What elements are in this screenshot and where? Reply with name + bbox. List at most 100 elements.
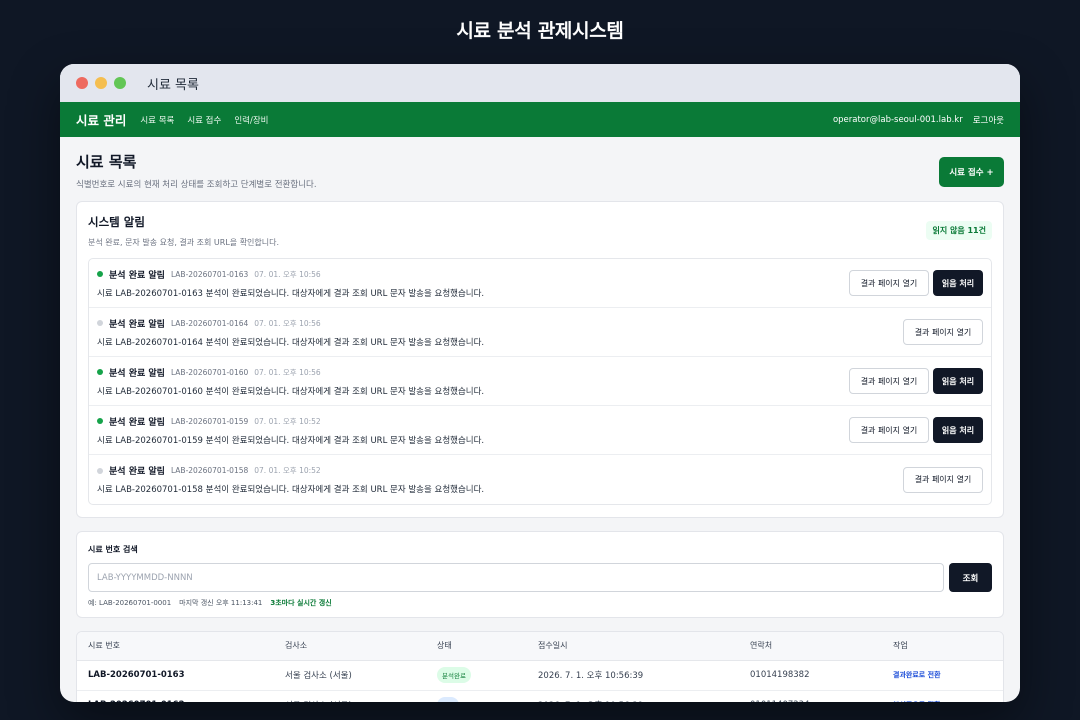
alert-content: 분석 완료 알림 LAB-20260701-0158 07. 01. 오후 10… — [97, 464, 484, 495]
read-dot-icon — [97, 320, 103, 326]
mark-read-button[interactable]: 읽음 처리 — [933, 417, 983, 443]
table-row[interactable]: LAB-20260701-0162 서울 검사소 (서울) 접수 2026. 7… — [77, 690, 1003, 702]
alert-time: 07. 01. 오후 10:52 — [254, 416, 321, 426]
unread-dot-icon — [97, 271, 103, 277]
live-update-text: 3초마다 실시간 갱신 — [270, 599, 332, 607]
nav-link-sample-register[interactable]: 시료 접수 — [187, 114, 221, 126]
alert-sample-id: LAB-20260701-0160 — [170, 367, 249, 377]
mark-read-button[interactable]: 읽음 처리 — [933, 368, 983, 394]
sample-search-card: 시료 번호 검색 조회 예: LAB-20260701-0001 마지막 갱신 … — [76, 531, 1004, 618]
alert-sample-id: LAB-20260701-0164 — [170, 318, 249, 328]
logout-link[interactable]: 로그아웃 — [973, 114, 1004, 126]
close-window-button[interactable] — [76, 77, 88, 89]
status-transition-link[interactable]: 결과완료로 전환 — [893, 671, 941, 679]
alert-item: 분석 완료 알림 LAB-20260701-0160 07. 01. 오후 10… — [89, 357, 991, 406]
unread-dot-icon — [97, 369, 103, 375]
alert-sample-id: LAB-20260701-0158 — [170, 466, 249, 475]
column-header-status[interactable]: 상태 — [426, 632, 527, 661]
alert-header-line: 분석 완료 알림 LAB-20260701-0160 07. 01. 오후 10… — [97, 366, 484, 379]
samples-table: 시료 번호 검사소 상태 접수일시 연락처 작업 LAB-20260701-01… — [77, 632, 1003, 702]
alert-sample-id: LAB-20260701-0163 — [170, 269, 249, 279]
nav-link-sample-list[interactable]: 시료 목록 — [140, 114, 174, 126]
alert-message: 시료 LAB-20260701-0163 분석이 완료되었습니다. 대상자에게 … — [97, 288, 485, 299]
unread-dot-icon — [97, 418, 103, 424]
nav-link-staff-equipment[interactable]: 인력/장비 — [234, 114, 268, 126]
lab-cell: 서울 검사소 (서울) — [274, 660, 426, 691]
alert-name: 분석 완료 알림 — [109, 319, 165, 330]
table-row[interactable]: LAB-20260701-0163 서울 검사소 (서울) 분석완료 2026.… — [77, 660, 1003, 691]
open-result-page-button[interactable]: 결과 페이지 열기 — [849, 368, 929, 394]
column-header-id[interactable]: 시료 번호 — [77, 632, 274, 661]
unread-count-badge: 읽지 않음 11건 — [926, 221, 992, 240]
alerts-description: 분석 완료, 문자 발송 요청, 결과 조회 URL을 확인합니다. — [88, 238, 280, 247]
alert-time: 07. 01. 오후 10:56 — [254, 269, 321, 279]
lab-cell: 서울 검사소 (서울) — [274, 690, 426, 702]
alert-item: 분석 완료 알림 LAB-20260701-0164 07. 01. 오후 10… — [89, 308, 991, 357]
alert-name: 분석 완료 알림 — [109, 270, 165, 281]
alert-actions: 결과 페이지 열기 읽음 처리 — [849, 417, 983, 443]
contact-cell: 01011407234 — [739, 690, 882, 702]
column-header-received[interactable]: 접수일시 — [527, 632, 739, 661]
received-cell: 2026. 7. 1. 오후 10:56:39 — [527, 660, 739, 691]
page-header: 시료 목록 식별번호로 시료의 현재 처리 상태를 조회하고 단계별로 전환합니… — [76, 151, 1004, 201]
search-row: 조회 — [88, 563, 992, 592]
alert-time: 07. 01. 오후 10:56 — [254, 367, 321, 377]
alert-header-line: 분석 완료 알림 LAB-20260701-0163 07. 01. 오후 10… — [97, 268, 484, 281]
alert-content: 분석 완료 알림 LAB-20260701-0159 07. 01. 오후 10… — [97, 415, 484, 446]
minimize-window-button[interactable] — [95, 77, 107, 89]
alert-item: 분석 완료 알림 LAB-20260701-0159 07. 01. 오후 10… — [89, 406, 991, 455]
alert-header-line: 분석 완료 알림 LAB-20260701-0158 07. 01. 오후 10… — [97, 464, 484, 477]
register-sample-button[interactable]: 시료 접수 + — [939, 157, 1004, 187]
page-subtitle: 식별번호로 시료의 현재 처리 상태를 조회하고 단계별로 전환합니다. — [76, 180, 317, 190]
column-header-lab[interactable]: 검사소 — [274, 632, 426, 661]
nav-brand[interactable]: 시료 관리 — [76, 110, 126, 129]
status-cell: 분석완료 — [426, 660, 527, 691]
open-result-page-button[interactable]: 결과 페이지 열기 — [903, 319, 983, 345]
search-example: 예: LAB-20260701-0001 — [88, 599, 172, 607]
user-email: operator@lab-seoul-001.lab.kr — [832, 114, 963, 125]
alert-sample-id: LAB-20260701-0159 — [170, 416, 249, 426]
search-button[interactable]: 조회 — [949, 563, 992, 592]
alert-list: 분석 완료 알림 LAB-20260701-0163 07. 01. 오후 10… — [88, 258, 992, 505]
search-meta: 예: LAB-20260701-0001 마지막 갱신 오후 11:13:41 … — [88, 598, 992, 608]
action-cell: 결과완료로 전환 — [882, 660, 1003, 691]
alert-content: 분석 완료 알림 LAB-20260701-0160 07. 01. 오후 10… — [97, 366, 484, 397]
maximize-window-button[interactable] — [114, 77, 126, 89]
page-heading: 시료 분석 관제시스템 — [456, 20, 624, 42]
action-cell: 분석중으로 전환 — [882, 690, 1003, 702]
alert-content: 분석 완료 알림 LAB-20260701-0164 07. 01. 오후 10… — [97, 317, 484, 348]
alert-item: 분석 완료 알림 LAB-20260701-0158 07. 01. 오후 10… — [89, 455, 991, 504]
column-header-contact[interactable]: 연락처 — [739, 632, 882, 661]
alert-actions: 결과 페이지 열기 — [903, 319, 983, 345]
alert-item: 분석 완료 알림 LAB-20260701-0163 07. 01. 오후 10… — [89, 259, 991, 308]
alert-content: 분석 완료 알림 LAB-20260701-0163 07. 01. 오후 10… — [97, 268, 484, 299]
app-window: 시료 목록 시료 관리 시료 목록 시료 접수 인력/장비 operator@l… — [60, 64, 1020, 702]
alerts-header: 시스템 알림 분석 완료, 문자 발송 요청, 결과 조회 URL을 확인합니다… — [88, 214, 992, 258]
search-label: 시료 번호 검색 — [88, 545, 138, 554]
table-header-row: 시료 번호 검사소 상태 접수일시 연락처 작업 — [77, 632, 1003, 661]
alert-message: 시료 LAB-20260701-0160 분석이 완료되었습니다. 대상자에게 … — [97, 386, 485, 397]
alert-actions: 결과 페이지 열기 읽음 처리 — [849, 368, 983, 394]
alert-header-line: 분석 완료 알림 LAB-20260701-0159 07. 01. 오후 10… — [97, 415, 484, 428]
nav-right: operator@lab-seoul-001.lab.kr 로그아웃 — [833, 114, 1004, 126]
page-title: 시료 목록 — [76, 153, 137, 171]
received-cell: 2026. 7. 1. 오후 10:56:39 — [527, 690, 739, 702]
contact-cell: 01014198382 — [739, 660, 882, 691]
alert-header-line: 분석 완료 알림 LAB-20260701-0164 07. 01. 오후 10… — [97, 317, 484, 330]
open-result-page-button[interactable]: 결과 페이지 열기 — [903, 466, 983, 493]
sample-id-cell[interactable]: LAB-20260701-0162 — [77, 690, 274, 702]
sample-id-cell[interactable]: LAB-20260701-0163 — [77, 660, 274, 691]
alert-message: 시료 LAB-20260701-0158 분석이 완료되었습니다. 대상자에게 … — [97, 485, 485, 495]
alerts-title: 시스템 알림 — [88, 215, 145, 229]
alert-name: 분석 완료 알림 — [109, 467, 165, 477]
sample-search-input[interactable] — [88, 563, 944, 592]
alert-message: 시료 LAB-20260701-0164 분석이 완료되었습니다. 대상자에게 … — [97, 337, 485, 348]
column-header-action[interactable]: 작업 — [882, 632, 1003, 661]
status-cell: 접수 — [426, 690, 527, 702]
last-update-text: 마지막 갱신 오후 11:13:41 — [179, 599, 263, 607]
open-result-page-button[interactable]: 결과 페이지 열기 — [849, 417, 929, 443]
open-result-page-button[interactable]: 결과 페이지 열기 — [849, 270, 929, 296]
samples-table-card: 시료 번호 검사소 상태 접수일시 연락처 작업 LAB-20260701-01… — [76, 631, 1004, 702]
mark-read-button[interactable]: 읽음 처리 — [933, 270, 983, 296]
status-transition-link[interactable]: 분석중으로 전환 — [893, 701, 941, 702]
